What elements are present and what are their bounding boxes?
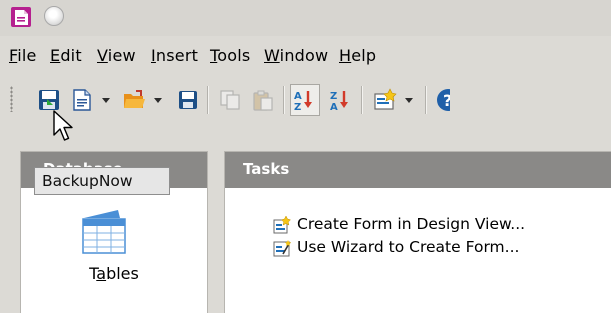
toolbar-separator bbox=[283, 86, 285, 114]
menu-view[interactable]: View bbox=[97, 46, 136, 65]
title-bar bbox=[0, 0, 611, 36]
new-dropdown-arrow[interactable] bbox=[102, 98, 110, 103]
task-label: Use Wizard to Create Form... bbox=[297, 238, 520, 256]
menu-insert[interactable]: Insert bbox=[151, 46, 198, 65]
save-icon[interactable] bbox=[176, 88, 200, 112]
tasks-pane-header: Tasks bbox=[225, 152, 611, 188]
form-dropdown-arrow[interactable] bbox=[405, 98, 413, 103]
menu-help[interactable]: Help bbox=[339, 46, 376, 65]
svg-text:A: A bbox=[294, 91, 302, 102]
backup-now-icon[interactable] bbox=[37, 88, 61, 112]
copy-icon[interactable] bbox=[218, 88, 242, 112]
toolbar-separator bbox=[207, 86, 209, 114]
task-label: Create Form in Design View... bbox=[297, 215, 526, 233]
paste-icon[interactable] bbox=[251, 88, 275, 112]
toolbar-separator bbox=[425, 86, 427, 114]
sort-ascending-icon[interactable]: AZ bbox=[293, 88, 317, 112]
libreoffice-base-icon[interactable] bbox=[10, 6, 32, 28]
menu-edit[interactable]: Edit bbox=[50, 46, 82, 65]
svg-text:Z: Z bbox=[330, 91, 337, 102]
tasks-title: Tasks bbox=[243, 160, 290, 178]
tasks-pane: Tasks Create Form in Design View... Use … bbox=[224, 151, 611, 313]
tables-label[interactable]: Tables bbox=[21, 264, 207, 283]
window-control-button[interactable] bbox=[44, 6, 64, 26]
sort-descending-icon[interactable]: ZA bbox=[329, 88, 353, 112]
open-folder-icon[interactable] bbox=[122, 88, 146, 112]
tooltip-text: BackupNow bbox=[42, 172, 133, 190]
form-wizard-icon bbox=[273, 239, 291, 257]
mouse-pointer-icon bbox=[52, 110, 76, 144]
svg-text:Z: Z bbox=[294, 102, 301, 112]
form-design-icon bbox=[273, 215, 291, 234]
backup-now-tooltip: BackupNow bbox=[34, 167, 170, 195]
svg-text:?: ? bbox=[443, 91, 450, 110]
tables-icon[interactable] bbox=[78, 208, 130, 256]
help-icon[interactable]: ? bbox=[436, 88, 450, 112]
menu-bar: File Edit View Insert Tools Window Help bbox=[0, 42, 611, 70]
form-wizard-icon[interactable] bbox=[373, 88, 397, 112]
svg-text:A: A bbox=[330, 102, 338, 112]
toolbar-grip[interactable] bbox=[10, 86, 13, 112]
menu-file[interactable]: File bbox=[9, 46, 37, 65]
toolbar-separator bbox=[361, 86, 363, 114]
menu-window[interactable]: Window bbox=[264, 46, 328, 65]
standard-toolbar: AZ ZA ? bbox=[0, 72, 611, 130]
new-document-icon[interactable] bbox=[70, 88, 94, 112]
menu-tools[interactable]: Tools bbox=[210, 46, 250, 65]
open-dropdown-arrow[interactable] bbox=[154, 98, 162, 103]
